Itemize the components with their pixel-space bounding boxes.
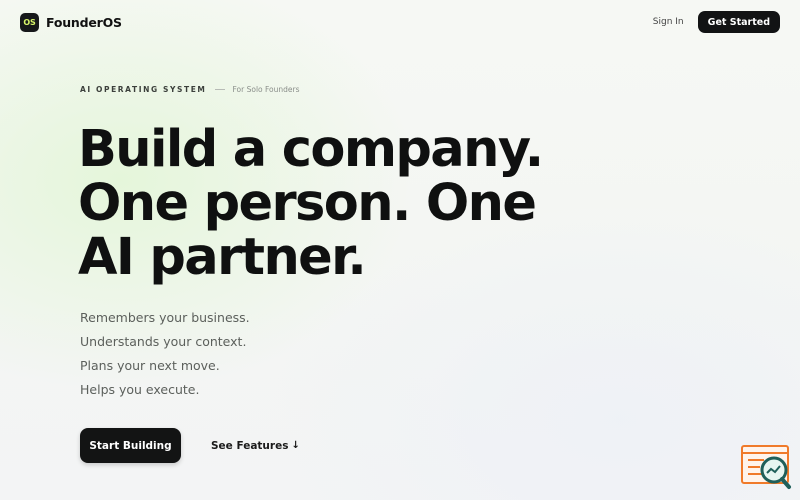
see-features-label: See Features bbox=[211, 439, 289, 452]
feature-item: Plans your next move. bbox=[80, 358, 220, 373]
feature-list: Remembers your business. Understands you… bbox=[80, 306, 250, 402]
brand-name: FounderOS bbox=[46, 14, 122, 30]
hero-actions: Start Building See Features ↓ bbox=[80, 428, 300, 463]
hero-headline: Build a company. One person. One AI part… bbox=[78, 123, 598, 285]
get-started-button[interactable]: Get Started bbox=[697, 11, 780, 33]
headline-line-3: AI partner. bbox=[78, 228, 367, 287]
search-analytics-icon-graphic bbox=[741, 445, 791, 489]
arrow-down-icon: ↓ bbox=[291, 440, 300, 451]
eyebrow-main: AI OPERATING SYSTEM bbox=[80, 85, 207, 94]
feature-item: Remembers your business. bbox=[80, 310, 250, 325]
logo-badge: OS bbox=[20, 12, 39, 32]
brand[interactable]: OS FounderOS bbox=[20, 12, 122, 32]
nav-actions: Sign In Get Started bbox=[647, 11, 780, 33]
feature-item: Helps you execute. bbox=[80, 382, 200, 397]
eyebrow-sub: For Solo Founders bbox=[232, 85, 300, 94]
eyebrow-divider bbox=[214, 89, 225, 90]
feature-item: Understands your context. bbox=[80, 334, 247, 349]
top-navigation: OS FounderOS Sign In Get Started bbox=[0, 0, 800, 44]
see-features-link[interactable]: See Features ↓ bbox=[211, 440, 300, 452]
headline-line-1: Build a company. bbox=[78, 120, 544, 179]
headline-line-2: One person. One bbox=[78, 174, 537, 233]
sign-in-link[interactable]: Sign In bbox=[647, 13, 690, 31]
search-analytics-icon[interactable] bbox=[740, 444, 792, 490]
eyebrow: AI OPERATING SYSTEM For Solo Founders bbox=[80, 85, 300, 94]
start-building-button[interactable]: Start Building bbox=[80, 428, 181, 463]
